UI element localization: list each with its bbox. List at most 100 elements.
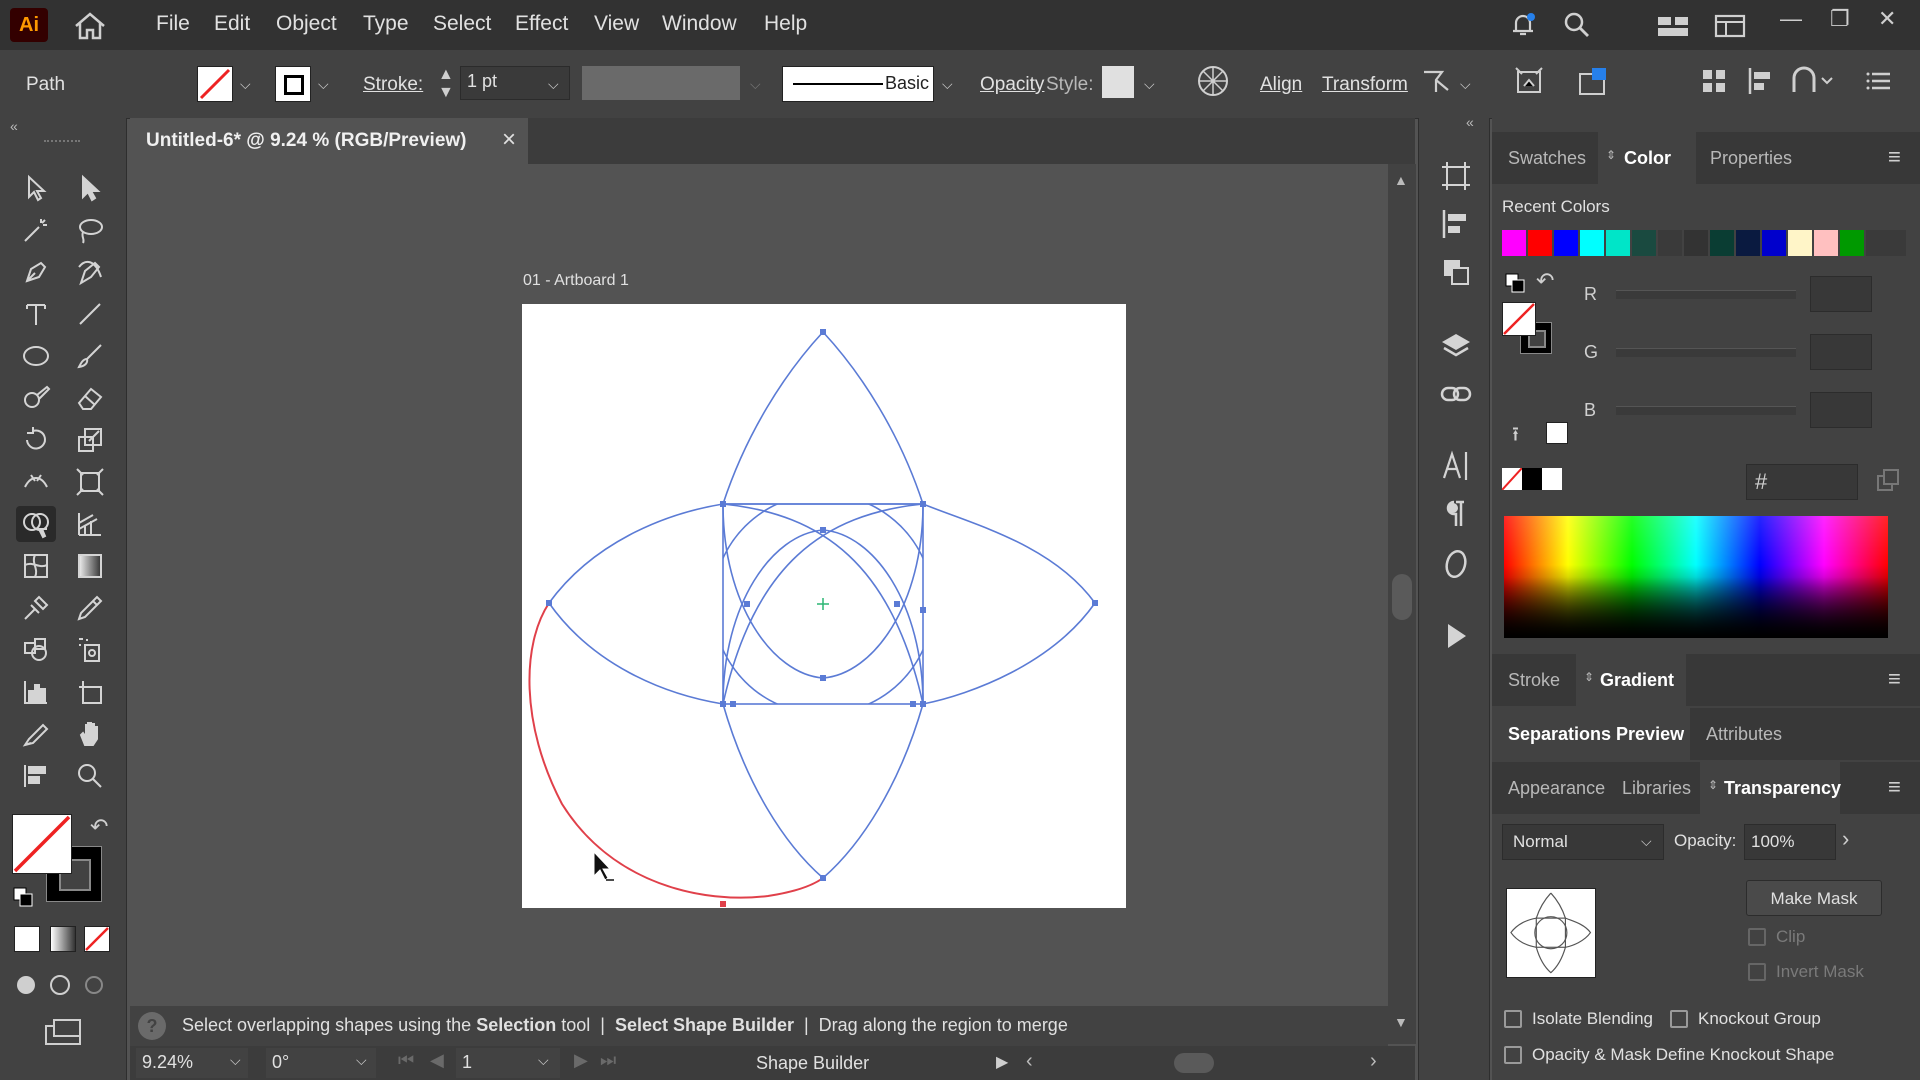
- pathfinder-panel-icon[interactable]: [1438, 256, 1474, 292]
- clip-checkbox[interactable]: [1748, 928, 1766, 946]
- tab-attributes[interactable]: Attributes: [1706, 724, 1782, 745]
- stroke-stepper-icon[interactable]: ▲ ▼: [438, 66, 454, 102]
- align-panel-icon[interactable]: [1438, 208, 1474, 244]
- chevron-down-icon[interactable]: ⌵: [1144, 76, 1155, 93]
- recent-color-swatch[interactable]: [1606, 230, 1630, 256]
- pen-tool-icon[interactable]: [16, 254, 56, 290]
- width-tool-icon[interactable]: [16, 464, 56, 500]
- make-mask-button[interactable]: Make Mask: [1746, 880, 1882, 916]
- g-channel-field[interactable]: [1810, 334, 1872, 370]
- recent-color-swatch[interactable]: [1684, 230, 1708, 256]
- minimize-icon[interactable]: —: [1780, 6, 1802, 32]
- chevron-down-icon[interactable]: ⌵: [1460, 76, 1471, 93]
- line-segment-tool-icon[interactable]: [70, 296, 110, 332]
- graphic-style-swatch[interactable]: [1102, 66, 1134, 98]
- fill-color-swatch[interactable]: [12, 814, 72, 874]
- tab-libraries[interactable]: Libraries: [1622, 778, 1691, 799]
- scale-tool-icon[interactable]: [70, 422, 110, 458]
- perspective-grid-tool-icon[interactable]: [70, 506, 110, 542]
- recent-color-swatch[interactable]: [1710, 230, 1734, 256]
- layers-panel-icon[interactable]: [1438, 330, 1474, 366]
- stroke-label[interactable]: Stroke:: [363, 74, 423, 96]
- recent-color-swatch[interactable]: [1528, 230, 1552, 256]
- recent-color-swatch[interactable]: [1840, 230, 1864, 256]
- b-channel-slider[interactable]: [1616, 406, 1796, 415]
- menu-edit[interactable]: Edit: [214, 12, 250, 36]
- close-window-icon[interactable]: ✕: [1878, 6, 1896, 32]
- zoom-tool-icon[interactable]: [70, 758, 110, 794]
- recent-color-swatch[interactable]: [1580, 230, 1604, 256]
- fill-swatch[interactable]: [197, 66, 233, 102]
- horizontal-scroll-thumb[interactable]: [1174, 1053, 1214, 1073]
- close-icon[interactable]: ×: [502, 126, 516, 154]
- restore-icon[interactable]: ❐: [1830, 6, 1850, 32]
- r-channel-slider[interactable]: [1616, 290, 1796, 299]
- chevron-down-icon[interactable]: ⌵: [942, 76, 953, 93]
- opentype-panel-icon[interactable]: [1438, 548, 1474, 584]
- paintbrush-tool-icon[interactable]: [70, 338, 110, 374]
- home-icon[interactable]: [72, 10, 108, 42]
- none-mode-icon[interactable]: [84, 926, 110, 952]
- symbol-sprayer-tool-icon[interactable]: [70, 632, 110, 668]
- workspace-switcher-icon[interactable]: [1714, 14, 1746, 44]
- align-tool-icon[interactable]: [16, 758, 56, 794]
- tab-transparency[interactable]: ⇕ Transparency: [1700, 762, 1841, 814]
- direct-selection-tool-icon[interactable]: [70, 170, 110, 206]
- magic-wand-tool-icon[interactable]: [16, 212, 56, 248]
- opacity-label[interactable]: Opacity: [980, 74, 1044, 96]
- slice-tool-icon[interactable]: [16, 716, 56, 752]
- collapse-panel-icon[interactable]: «: [10, 118, 18, 134]
- opacity-mask-knockout-checkbox[interactable]: [1504, 1046, 1522, 1064]
- recent-color-swatch[interactable]: [1502, 230, 1526, 256]
- chevron-down-icon[interactable]: ⌵: [538, 1052, 549, 1069]
- tab-separations-preview[interactable]: Separations Preview: [1492, 708, 1690, 760]
- chevron-down-icon[interactable]: ⌵: [356, 1052, 367, 1069]
- swap-fill-stroke-icon[interactable]: ↶: [90, 814, 108, 840]
- chevron-down-icon[interactable]: ⌵: [240, 76, 251, 93]
- align-link[interactable]: Align: [1260, 74, 1302, 96]
- rotate-tool-icon[interactable]: [16, 422, 56, 458]
- recolor-artwork-icon[interactable]: [1196, 64, 1230, 104]
- menu-help[interactable]: Help: [764, 12, 807, 36]
- opacity-field[interactable]: 100%: [1744, 824, 1836, 860]
- eyedropper-tool-icon[interactable]: [70, 590, 110, 626]
- recent-color-swatch[interactable]: [1554, 230, 1578, 256]
- ellipse-tool-icon[interactable]: [16, 338, 56, 374]
- menu-effect[interactable]: Effect: [515, 12, 568, 36]
- search-icon[interactable]: [1562, 10, 1592, 46]
- invert-mask-checkbox[interactable]: [1748, 963, 1766, 981]
- free-transform-tool-icon[interactable]: [70, 464, 110, 500]
- blend-tool-icon[interactable]: [16, 590, 56, 626]
- out-of-gamut-icon[interactable]: ⭱: [1512, 420, 1519, 454]
- isolate-blending-checkbox[interactable]: [1504, 1010, 1522, 1028]
- chevron-down-icon[interactable]: ⌵: [548, 76, 559, 93]
- screen-mode-icon[interactable]: [42, 1018, 84, 1048]
- type-tool-icon[interactable]: [16, 296, 56, 332]
- actions-panel-icon[interactable]: [1438, 620, 1474, 656]
- document-tab[interactable]: Untitled-6* @ 9.24 % (RGB/Preview) ×: [130, 118, 528, 164]
- recent-color-swatch[interactable]: [1762, 230, 1786, 256]
- panel-menu-icon[interactable]: ≡: [1888, 144, 1901, 170]
- default-fill-stroke-icon[interactable]: [12, 886, 34, 908]
- none-color-chip[interactable]: [1501, 467, 1523, 491]
- scroll-down-icon[interactable]: ▼: [1394, 1014, 1408, 1030]
- last-artboard-icon[interactable]: ⏭: [600, 1050, 616, 1071]
- previous-artboard-icon[interactable]: ◀: [430, 1050, 444, 1071]
- panel-menu-icon[interactable]: [1864, 66, 1894, 102]
- web-safe-swatch[interactable]: [1546, 422, 1568, 444]
- tab-properties[interactable]: Properties: [1710, 148, 1792, 169]
- shape-builder-tool-icon[interactable]: [16, 506, 56, 542]
- knockout-group-checkbox[interactable]: [1670, 1010, 1688, 1028]
- bell-icon[interactable]: [1508, 10, 1538, 46]
- chevron-down-icon[interactable]: ⌵: [318, 76, 329, 93]
- collapse-panel-icon[interactable]: «: [1466, 114, 1474, 130]
- copy-hex-icon[interactable]: [1876, 468, 1902, 500]
- tab-color[interactable]: ⇕ Color: [1598, 132, 1696, 184]
- status-menu-icon[interactable]: ▶: [996, 1052, 1008, 1072]
- chevron-down-icon[interactable]: ⌵: [230, 1052, 241, 1069]
- recent-color-swatch[interactable]: [1632, 230, 1656, 256]
- r-channel-field[interactable]: [1810, 276, 1872, 312]
- shape-options-icon[interactable]: [1790, 66, 1836, 102]
- artboard-tool-icon[interactable]: [70, 674, 110, 710]
- brush-definition-field[interactable]: Basic: [782, 66, 934, 102]
